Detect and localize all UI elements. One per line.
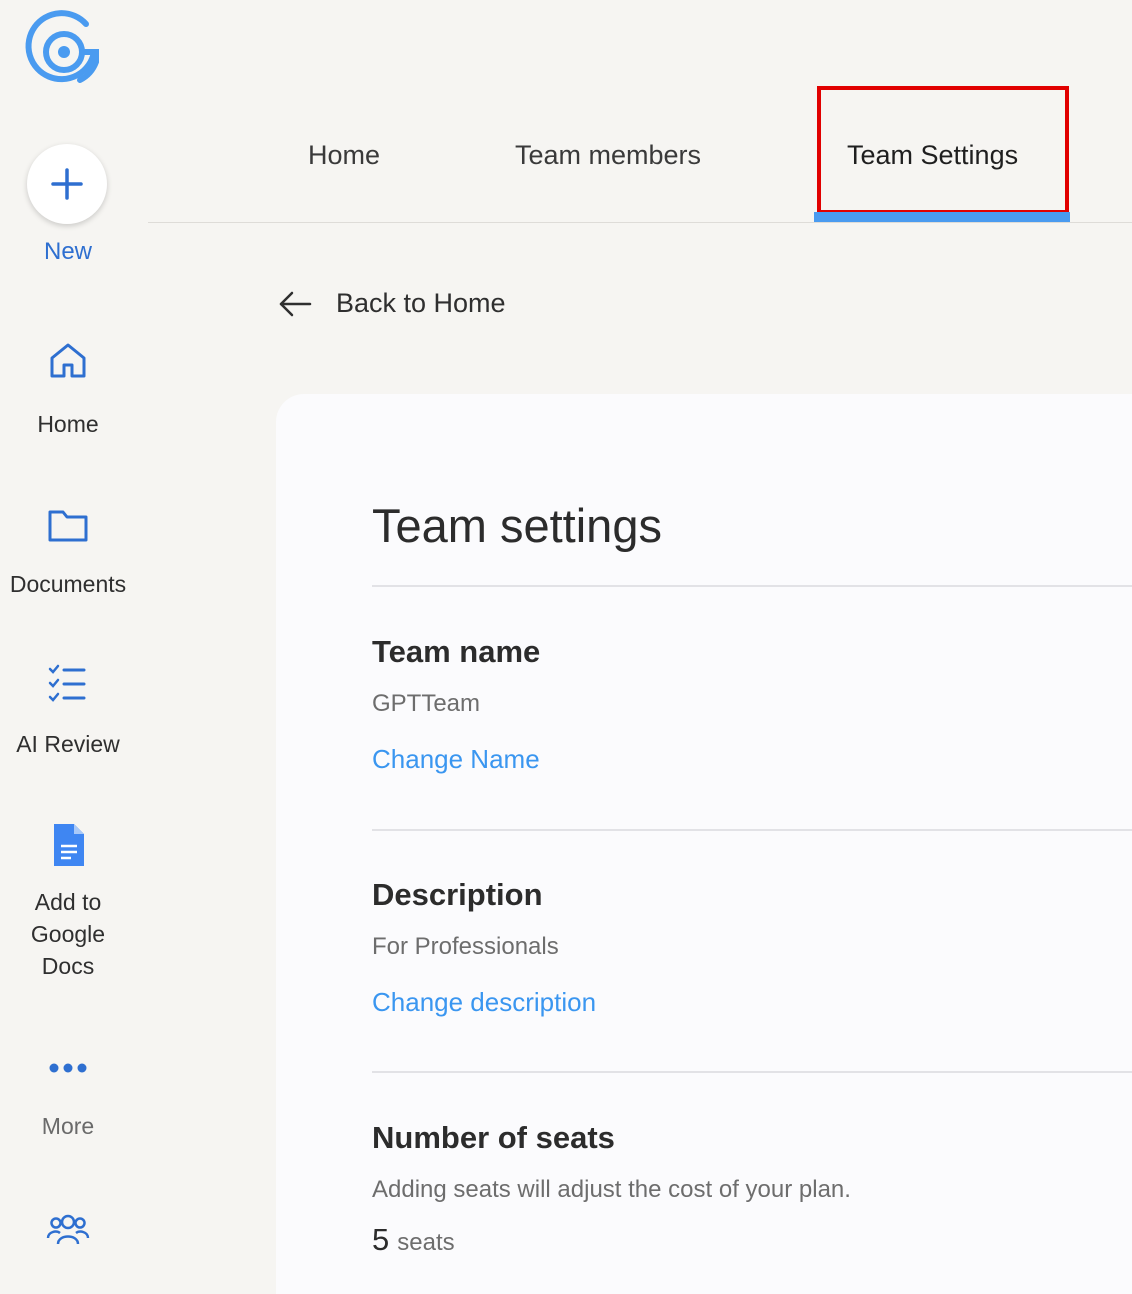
sidebar-item-label: Home — [37, 411, 99, 437]
sidebar-item-ai-review[interactable]: AI Review — [0, 662, 136, 760]
sidebar-item-label: Documents — [9, 571, 127, 597]
folder-icon — [48, 510, 88, 542]
seats-note: Adding seats will adjust the cost of you… — [372, 1176, 851, 1203]
new-button[interactable] — [27, 144, 107, 224]
description-value: For Professionals — [372, 933, 559, 960]
seats-heading: Number of seats — [372, 1120, 615, 1155]
sidebar-item-label: AI Review — [16, 731, 120, 757]
tab-home[interactable]: Home — [308, 140, 380, 171]
arrow-left-icon — [279, 291, 312, 316]
home-icon — [50, 343, 86, 378]
more-dots-icon — [49, 1063, 87, 1073]
tabs-divider — [148, 222, 1132, 223]
new-button-label[interactable]: New — [0, 238, 136, 266]
change-name-link[interactable]: Change Name — [372, 744, 540, 775]
divider — [372, 1071, 1132, 1073]
sidebar-item-documents[interactable]: Documents — [0, 502, 136, 600]
team-name-value: GPTTeam — [372, 690, 481, 717]
sidebar-item-label: Add to Google Docs — [30, 889, 106, 979]
top-tabs: Home Team members Team Settings — [148, 0, 1132, 223]
sidebar: New Home Documents AI Review Add to Goog… — [0, 0, 148, 1270]
sidebar-item-label: More — [41, 1113, 95, 1139]
seat-count: 5 seats — [372, 1222, 455, 1258]
sidebar-item-team[interactable] — [0, 1208, 136, 1252]
sidebar-item-more[interactable]: More — [0, 1048, 136, 1142]
checklist-icon — [48, 664, 86, 702]
team-settings-card: Team settings Team name GPTTeam Change N… — [276, 394, 1132, 1294]
divider — [372, 585, 1132, 587]
page-title: Team settings — [372, 499, 662, 552]
plus-icon — [51, 168, 83, 200]
sidebar-item-add-to-google-docs[interactable]: Add to Google Docs — [0, 820, 136, 982]
sidebar-item-home[interactable]: Home — [0, 338, 136, 440]
target-logo-icon[interactable] — [24, 8, 104, 88]
tab-team-members[interactable]: Team members — [515, 140, 701, 171]
change-description-link[interactable]: Change description — [372, 987, 596, 1018]
divider — [372, 829, 1132, 831]
highlight-box — [817, 86, 1069, 214]
seat-count-unit: seats — [397, 1229, 455, 1256]
seat-count-number: 5 — [372, 1222, 390, 1257]
team-icon — [46, 1214, 90, 1245]
description-heading: Description — [372, 877, 543, 912]
google-docs-icon — [54, 824, 84, 866]
back-label: Back to Home — [336, 288, 506, 318]
back-to-home-link[interactable]: Back to Home — [278, 288, 506, 319]
active-tab-indicator — [814, 212, 1070, 222]
team-name-heading: Team name — [372, 634, 541, 669]
